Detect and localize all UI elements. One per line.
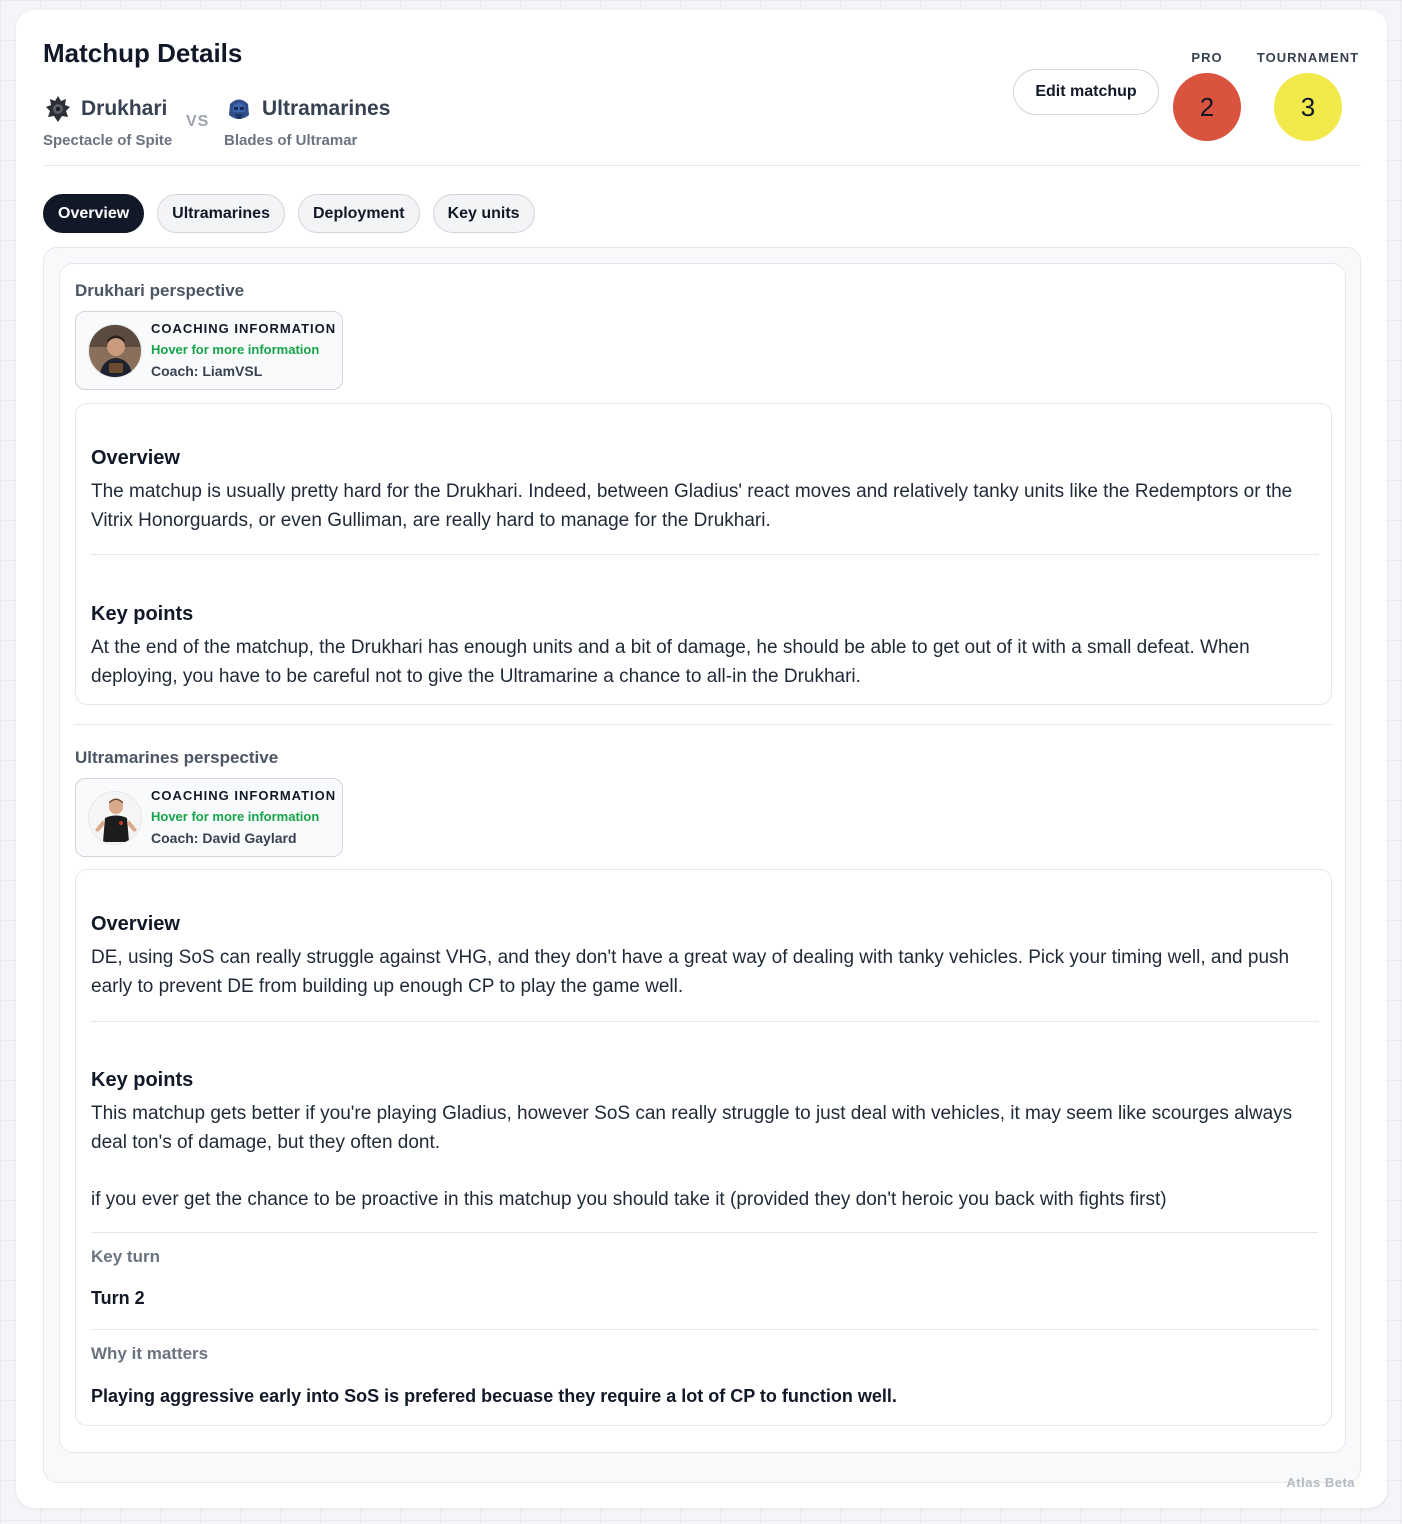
tab-ultramarines[interactable]: Ultramarines xyxy=(157,194,285,233)
tab-key-units[interactable]: Key units xyxy=(432,194,535,233)
matchup-header: Matchup Details Drukhari Spectacle of Sp… xyxy=(43,10,1361,166)
overview-text: The matchup is usually pretty hard for t… xyxy=(91,481,1293,531)
coach-name: Coach: David Gaylard xyxy=(151,830,297,846)
tab-overview[interactable]: Overview xyxy=(43,194,145,233)
ultramarines-notes: Overview DE, using SoS can really strugg… xyxy=(75,869,1332,1426)
coaching-info-card[interactable]: COACHING INFORMATION Hover for more info… xyxy=(75,311,343,390)
ultramarines-icon xyxy=(224,94,254,124)
pro-rating-label: PRO xyxy=(1191,50,1223,65)
pro-rating-badge: 2 xyxy=(1173,73,1241,141)
faction-left-name: Drukhari xyxy=(81,97,168,120)
overview-heading: Overview xyxy=(91,913,180,935)
key-turn-value: Turn 2 xyxy=(91,1288,145,1308)
drukhari-notes: Overview The matchup is usually pretty h… xyxy=(75,403,1332,705)
overview-heading: Overview xyxy=(91,447,180,469)
tournament-rating-badge: 3 xyxy=(1274,73,1342,141)
coach-name: Coach: LiamVSL xyxy=(151,363,263,379)
key-points-heading: Key points xyxy=(91,1069,194,1091)
section-divider xyxy=(91,1329,1318,1330)
why-it-matters-heading: Why it matters xyxy=(91,1344,209,1363)
coach-avatar xyxy=(88,791,142,845)
overview-text: DE, using SoS can really struggle agains… xyxy=(91,947,1290,997)
page-title: Matchup Details xyxy=(43,38,243,68)
section-divider xyxy=(91,1021,1318,1022)
tab-bar: Overview Ultramarines Deployment Key uni… xyxy=(43,194,535,233)
tournament-rating: TOURNAMENT 3 xyxy=(1249,50,1367,141)
perspective-divider xyxy=(75,724,1332,725)
faction-right-detachment: Blades of Ultramar xyxy=(224,132,358,149)
perspectives-container: Drukhari perspective COACHING INFORMATIO… xyxy=(59,263,1346,1453)
key-turn-heading: Key turn xyxy=(91,1247,160,1266)
drukhari-icon xyxy=(43,94,73,124)
drukhari-perspective-title: Drukhari perspective xyxy=(75,281,245,300)
vs-label: VS xyxy=(186,113,210,130)
key-points-text-extra: if you ever get the chance to be proacti… xyxy=(91,1189,1167,1210)
faction-left: Drukhari Spectacle of Spite xyxy=(43,94,172,149)
coach-hover-hint: Hover for more information xyxy=(151,342,320,357)
faction-left-detachment: Spectacle of Spite xyxy=(43,132,173,149)
app-watermark: Atlas Beta xyxy=(1286,1475,1355,1490)
tab-deployment[interactable]: Deployment xyxy=(297,194,420,233)
coach-heading: COACHING INFORMATION xyxy=(151,321,337,336)
coach-avatar xyxy=(88,324,142,378)
ultramarines-perspective-title: Ultramarines perspective xyxy=(75,748,279,767)
matchup-card: Matchup Details Drukhari Spectacle of Sp… xyxy=(16,10,1387,1508)
why-it-matters-value: Playing aggressive early into SoS is pre… xyxy=(91,1386,897,1406)
section-divider xyxy=(91,554,1318,555)
coach-hover-hint: Hover for more information xyxy=(151,809,320,824)
coach-heading: COACHING INFORMATION xyxy=(151,788,337,803)
faction-right-name: Ultramarines xyxy=(262,97,391,120)
overview-panel: Drukhari perspective COACHING INFORMATIO… xyxy=(43,247,1361,1483)
tournament-rating-label: TOURNAMENT xyxy=(1256,50,1360,65)
key-points-text: This matchup gets better if you're playi… xyxy=(91,1103,1293,1153)
key-points-heading: Key points xyxy=(91,603,194,625)
edit-matchup-button[interactable]: Edit matchup xyxy=(1013,69,1159,115)
faction-right: Ultramarines Blades of Ultramar xyxy=(224,94,390,149)
section-divider xyxy=(91,1232,1318,1233)
pro-rating: PRO 2 xyxy=(1173,50,1241,141)
key-points-text: At the end of the matchup, the Drukhari … xyxy=(91,637,1250,687)
coaching-info-card[interactable]: COACHING INFORMATION Hover for more info… xyxy=(75,778,343,857)
